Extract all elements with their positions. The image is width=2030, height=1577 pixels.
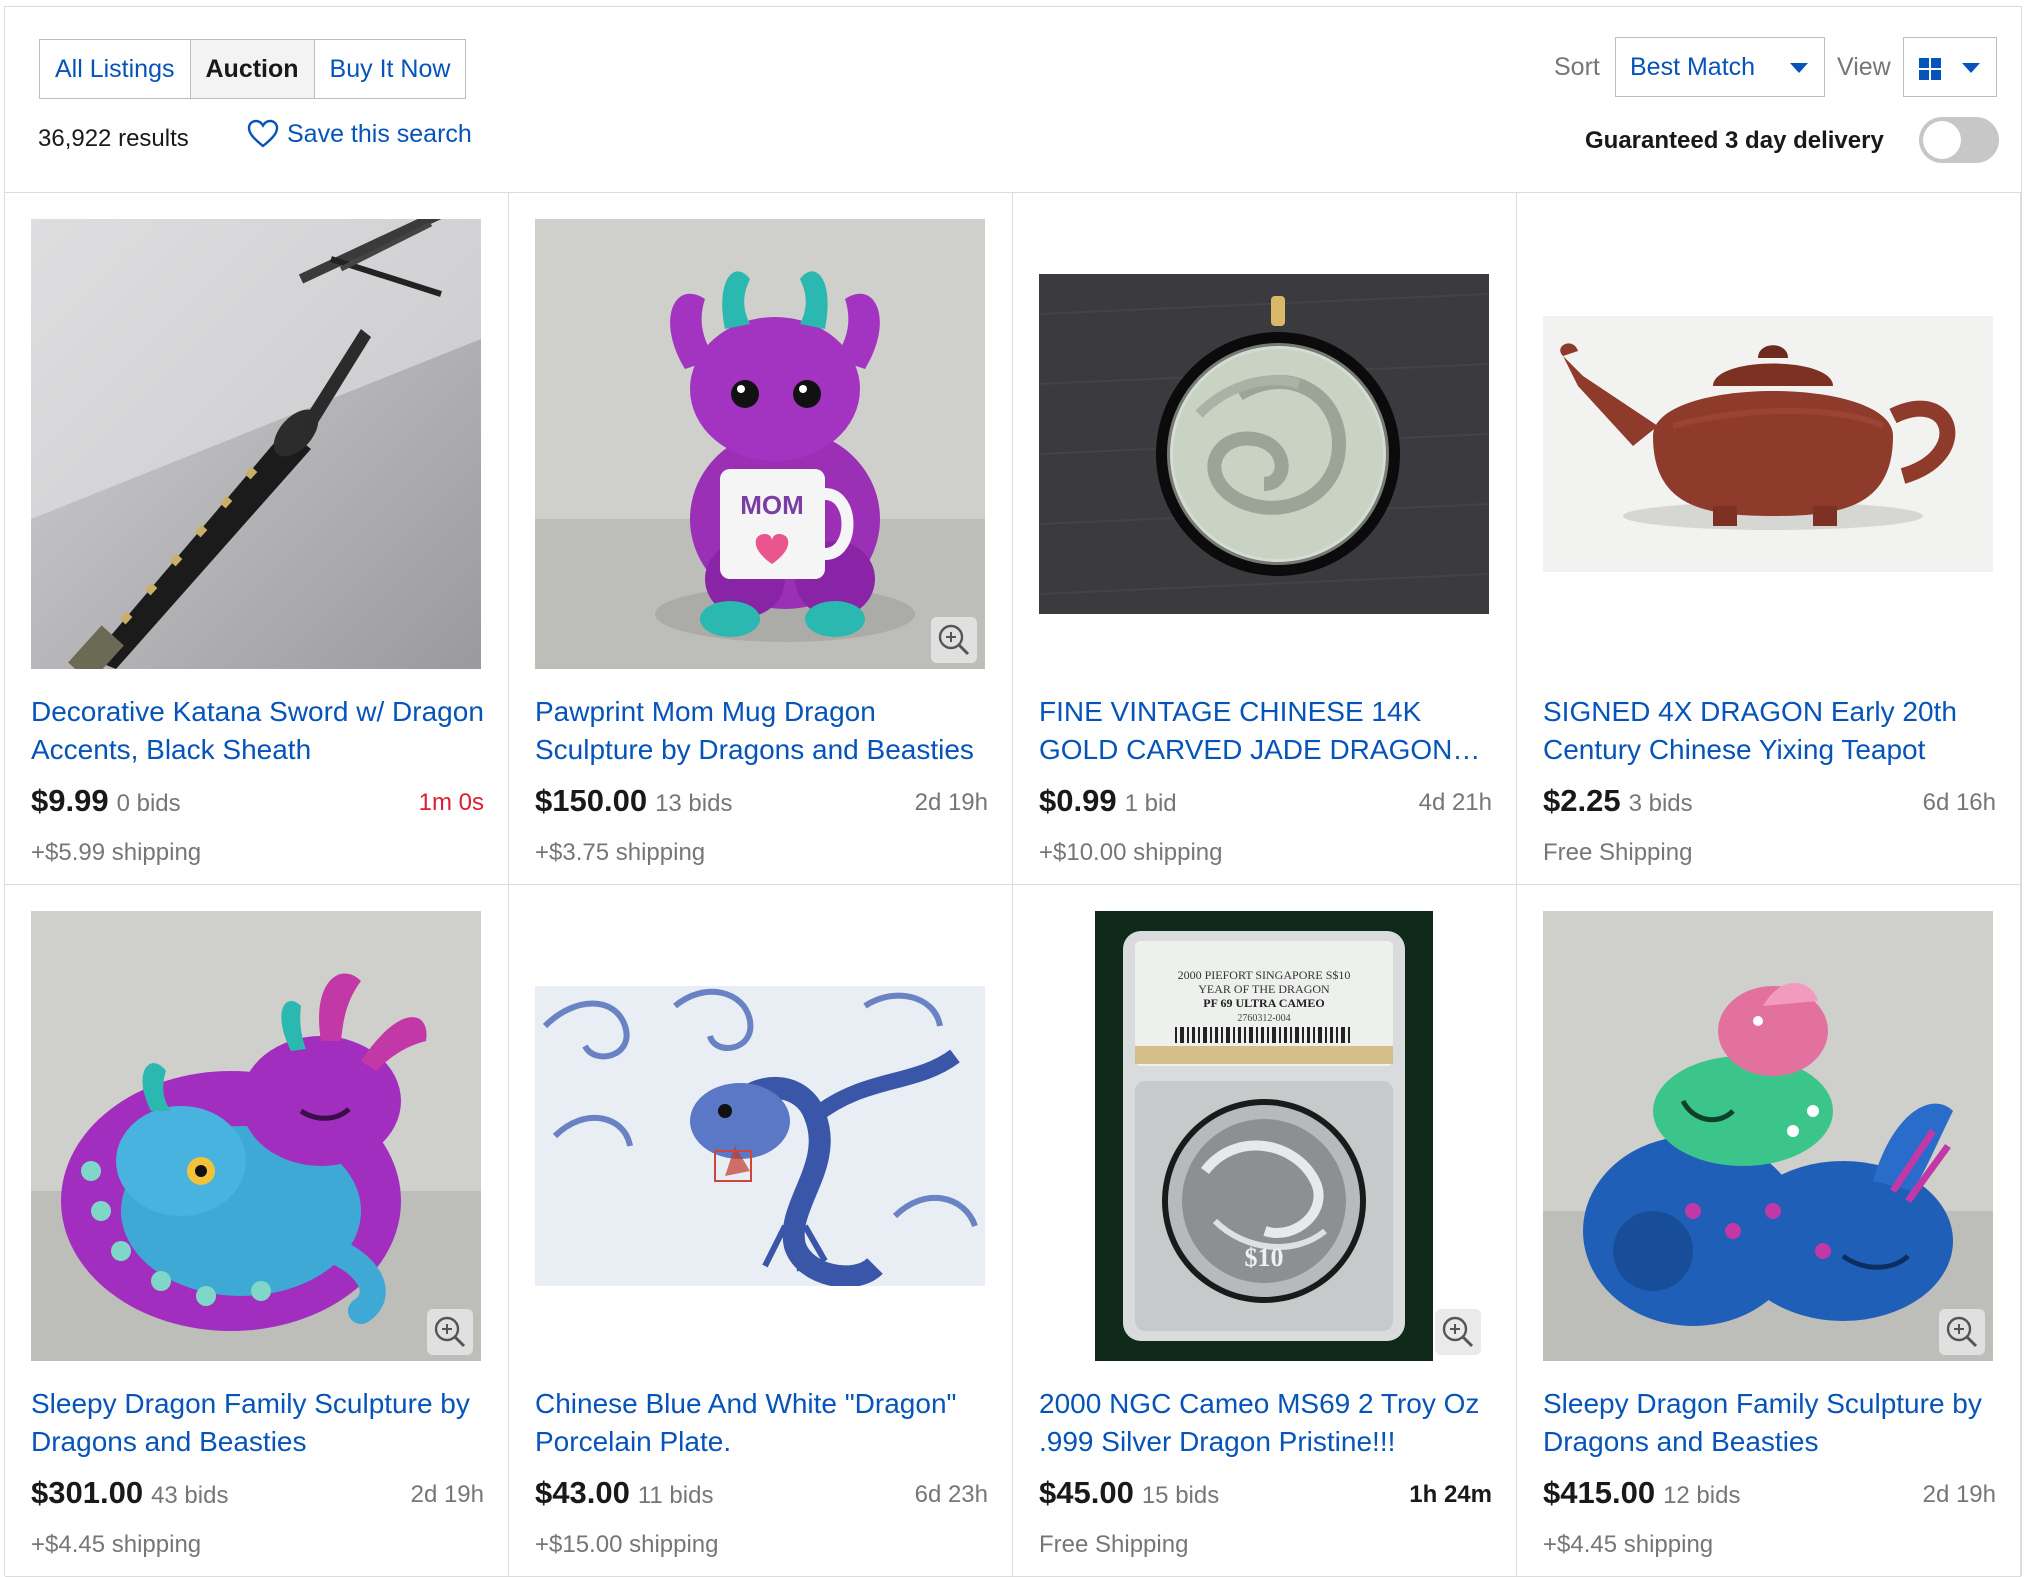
price-value: $150.00 [535,783,648,818]
time-left: 2d 19h [410,1481,484,1508]
slab-line-2: YEAR OF THE DRAGON [1198,982,1330,996]
listing-card[interactable]: Sleepy Dragon Family Sculpture by Dragon… [1517,885,2021,1577]
save-search-label: Save this search [287,119,472,148]
guaranteed-delivery-toggle[interactable] [1919,117,1999,163]
tab-auction[interactable]: Auction [190,40,315,98]
price-value: $301.00 [31,1475,144,1510]
time-left: 2d 19h [1922,1481,1996,1508]
price-value: $9.99 [31,783,109,818]
shipping-cost: Free Shipping [1543,839,1693,866]
listing-card[interactable]: 2000 PIEFORT SINGAPORE S$10 YEAR OF THE … [1013,885,1517,1577]
bid-count: 13 bids [655,790,733,817]
listing-image[interactable] [535,911,985,1361]
listing-price: $301.00 43 bids [31,1475,228,1511]
listing-image[interactable]: 2000 PIEFORT SINGAPORE S$10 YEAR OF THE … [1039,911,1489,1361]
bid-count: 0 bids [116,790,181,817]
chevron-down-icon [1790,63,1808,73]
listing-title[interactable]: Sleepy Dragon Family Sculpture by Dragon… [1543,1385,1999,1461]
shipping-cost: Free Shipping [1039,1531,1189,1558]
zoom-icon[interactable] [1939,1309,1985,1355]
time-left: 6d 23h [914,1481,988,1508]
listing-price: $0.99 1 bid [1039,783,1177,819]
slab-line-3: PF 69 ULTRA CAMEO [1203,996,1324,1010]
listing-image[interactable] [31,911,481,1361]
listing-price: $9.99 0 bids [31,783,181,819]
tab-all-listings[interactable]: All Listings [40,40,191,98]
bid-count: 3 bids [1628,790,1693,817]
listing-card[interactable]: Decorative Katana Sword w/ Dragon Accent… [5,193,509,885]
listing-title[interactable]: Pawprint Mom Mug Dragon Sculpture by Dra… [535,693,991,769]
bid-count: 15 bids [1141,1482,1220,1509]
listing-title[interactable]: FINE VINTAGE CHINESE 14K GOLD CARVED JAD… [1039,693,1495,769]
listing-title[interactable]: 2000 NGC Cameo MS69 2 Troy Oz .999 Silve… [1039,1385,1495,1461]
time-left: 1h 24m [1409,1481,1492,1508]
listing-title[interactable]: Decorative Katana Sword w/ Dragon Accent… [31,693,487,769]
bid-count: 11 bids [637,1482,714,1509]
shipping-cost: +$10.00 shipping [1039,839,1223,866]
listing-image[interactable] [31,219,481,669]
sort-dropdown[interactable]: Best Match [1615,37,1825,97]
time-left: 6d 16h [1922,789,1996,816]
shipping-cost: +$4.45 shipping [1543,1531,1714,1558]
guaranteed-delivery-label: Guaranteed 3 day delivery [1585,127,1884,154]
time-left: 2d 19h [914,789,988,816]
time-left: 1m 0s [418,789,484,816]
shipping-cost: +$3.75 shipping [535,839,706,866]
listing-price: $2.25 3 bids [1543,783,1693,819]
bid-count: 43 bids [151,1482,229,1509]
time-left: 4d 21h [1418,789,1492,816]
view-label: View [1837,53,1891,81]
results-panel: All Listings Auction Buy It Now 36,922 r… [4,6,2022,1577]
bid-count: 12 bids [1663,1482,1741,1509]
zoom-icon[interactable] [931,617,977,663]
listing-image[interactable] [1039,219,1489,669]
zoom-icon[interactable] [427,1309,473,1355]
price-value: $45.00 [1039,1475,1134,1510]
shipping-cost: +$5.99 shipping [31,839,202,866]
listing-image[interactable] [1543,911,1993,1361]
listing-card[interactable]: MOM Pawprint Mom Mug Dragon Sculpture by… [509,193,1013,885]
listing-card[interactable]: FINE VINTAGE CHINESE 14K GOLD CARVED JAD… [1013,193,1517,885]
listing-title[interactable]: SIGNED 4X DRAGON Early 20th Century Chin… [1543,693,1999,769]
slab-line-1: 2000 PIEFORT SINGAPORE S$10 [1178,968,1351,982]
heart-icon [247,119,279,148]
view-dropdown[interactable] [1903,37,1997,97]
listing-price: $415.00 12 bids [1543,1475,1740,1511]
listing-price: $150.00 13 bids [535,783,732,819]
slab-line-4: 2760312-004 [1237,1013,1290,1024]
listing-card[interactable]: Sleepy Dragon Family Sculpture by Dragon… [5,885,509,1577]
listing-title[interactable]: Sleepy Dragon Family Sculpture by Dragon… [31,1385,487,1461]
listing-image[interactable] [1543,219,1993,669]
shipping-cost: +$15.00 shipping [535,1531,719,1558]
listing-title[interactable]: Chinese Blue And White "Dragon" Porcelai… [535,1385,991,1461]
shipping-cost: +$4.45 shipping [31,1531,202,1558]
listing-price: $45.00 15 bids [1039,1475,1219,1511]
listing-type-tabs: All Listings Auction Buy It Now [39,39,467,99]
price-value: $0.99 [1039,783,1117,818]
svg-text:MOM: MOM [740,490,804,520]
listing-card[interactable]: Chinese Blue And White "Dragon" Porcelai… [509,885,1013,1577]
tab-buy-it-now[interactable]: Buy It Now [315,40,466,98]
bid-count: 1 bid [1124,790,1177,817]
price-value: $2.25 [1543,783,1621,818]
listing-card[interactable]: SIGNED 4X DRAGON Early 20th Century Chin… [1517,193,2021,885]
results-toolbar: All Listings Auction Buy It Now 36,922 r… [5,7,2021,193]
toggle-knob [1923,121,1961,159]
sort-value: Best Match [1630,52,1756,81]
zoom-icon[interactable] [1435,1309,1481,1355]
price-value: $43.00 [535,1475,630,1510]
listing-price: $43.00 11 bids [535,1475,713,1511]
price-value: $415.00 [1543,1475,1656,1510]
results-count: 36,922 results [38,125,189,152]
save-search-link[interactable]: Save this search [247,119,472,149]
coin-denomination: $10 [1245,1243,1284,1272]
sort-label: Sort [1554,53,1600,81]
chevron-down-icon [1962,63,1980,73]
listing-image[interactable]: MOM [535,219,985,669]
grid-view-icon [1919,58,1941,80]
